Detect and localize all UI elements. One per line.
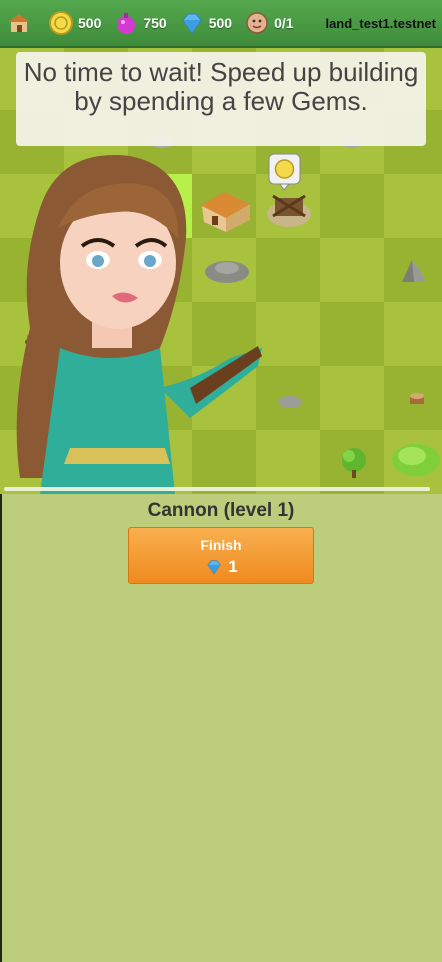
grass-tile[interactable] (320, 174, 384, 238)
builder-icon (246, 12, 268, 34)
gold-resource[interactable]: 500 (48, 10, 101, 36)
land-name: land_test1.testnet (325, 15, 436, 31)
builder-resource[interactable]: 0/1 (244, 10, 294, 36)
gem-cost-value: 1 (228, 557, 238, 576)
gem-resource[interactable]: 500 (179, 10, 232, 36)
bush[interactable] (392, 444, 440, 476)
finish-button[interactable]: Finish 1 (128, 527, 314, 584)
gold-value: 500 (78, 15, 102, 31)
elixir-resource[interactable]: 750 (113, 10, 167, 36)
house-resource[interactable] (6, 10, 36, 36)
house-icon (8, 14, 30, 32)
gem-cost: 1 (129, 557, 313, 577)
top-bar: 500 750 500 0/1 land_test1.testnet (0, 0, 442, 48)
princess-character (16, 155, 262, 494)
grass-tile[interactable] (384, 302, 442, 366)
finish-label: Finish (200, 537, 242, 553)
grass-tile[interactable] (320, 238, 384, 302)
gem-value: 500 (208, 15, 233, 31)
grass-tile[interactable] (320, 302, 384, 366)
gem-icon (182, 13, 202, 34)
elixir-value: 750 (143, 15, 167, 31)
elixir-potion-icon (117, 13, 136, 34)
building-title: Cannon (level 1) (147, 500, 295, 521)
grass-tile[interactable] (384, 174, 442, 238)
grass-tile[interactable] (320, 366, 384, 430)
gold-coin-icon (49, 11, 73, 35)
tree-stump[interactable] (410, 393, 424, 404)
builder-value: 0/1 (274, 15, 294, 31)
gem-icon (207, 560, 221, 575)
tooltip-message: No time to wait! Speed up building by sp… (16, 52, 426, 146)
horizontal-scrollbar[interactable] (4, 487, 430, 491)
